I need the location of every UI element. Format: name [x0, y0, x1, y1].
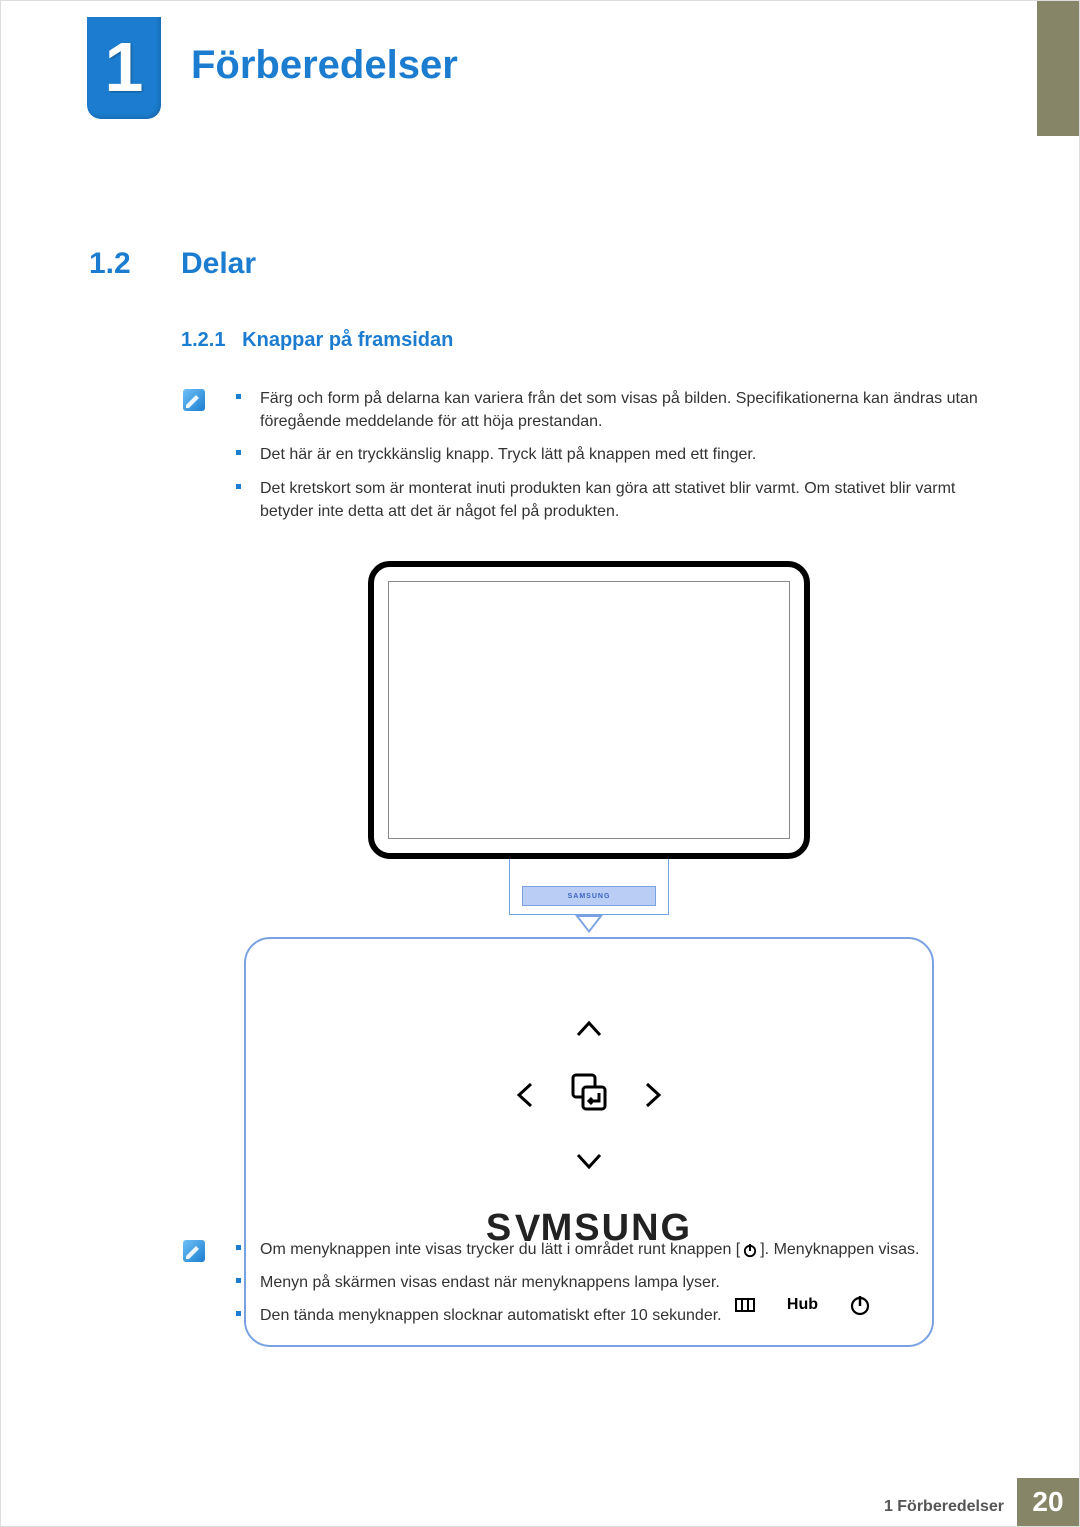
dpad-left-icon	[511, 1080, 541, 1110]
subsection-title: Knappar på framsidan	[242, 329, 453, 351]
dpad-up-icon	[574, 1015, 604, 1045]
dpad-down-icon	[574, 1145, 604, 1175]
stand-brand-label: SAMSUNG	[568, 893, 611, 900]
chapter-title: Förberedelser	[191, 43, 458, 88]
chapter-number: 1	[105, 28, 144, 106]
section-number: 1.2	[89, 247, 131, 281]
stand-button-area: SAMSUNG	[522, 886, 656, 906]
monitor-bezel	[368, 561, 810, 859]
page-accent-bar	[1037, 1, 1079, 136]
footer-chapter-label: 1 Förberedelser	[884, 1498, 1004, 1516]
note-text-pre: Om menyknappen inte visas trycker du lät…	[260, 1241, 740, 1258]
document-page: 1 Förberedelser 1.2 Delar 1.2.1 Knappar …	[0, 0, 1080, 1527]
subsection-number: 1.2.1	[181, 329, 225, 351]
note-list-2: Om menyknappen inte visas trycker du lät…	[236, 1238, 986, 1338]
chapter-number-box: 1	[87, 17, 161, 119]
note-item: Menyn på skärmen visas endast när menykn…	[236, 1271, 986, 1294]
footer-page-number: 20	[1017, 1478, 1079, 1526]
product-figure: SAMSUNG	[244, 561, 934, 1347]
note-item: Om menyknappen inte visas trycker du lät…	[236, 1238, 986, 1261]
power-icon	[742, 1242, 758, 1258]
monitor-stand: SAMSUNG	[509, 859, 669, 915]
callout-arrow-icon	[575, 915, 603, 933]
note-item: Den tända menyknappen slocknar automatis…	[236, 1304, 986, 1327]
dpad-enter-icon	[567, 1071, 611, 1115]
note-icon	[183, 389, 205, 411]
note-icon	[183, 1240, 205, 1262]
dpad-group	[499, 1015, 679, 1175]
note-item: Färg och form på delarna kan variera frå…	[236, 387, 986, 433]
note-list-1: Färg och form på delarna kan variera frå…	[236, 387, 986, 533]
section-title: Delar	[181, 247, 256, 281]
note-item: Det här är en tryckkänslig knapp. Tryck …	[236, 443, 986, 466]
subsection-heading: 1.2.1 Knappar på framsidan	[181, 329, 453, 352]
monitor-screen	[388, 581, 790, 839]
note-text-post: ]. Menyknappen visas.	[760, 1241, 919, 1258]
dpad-right-icon	[637, 1080, 667, 1110]
note-item: Det kretskort som är monterat inuti prod…	[236, 477, 986, 523]
page-footer: 1 Förberedelser 20	[1, 1478, 1079, 1526]
